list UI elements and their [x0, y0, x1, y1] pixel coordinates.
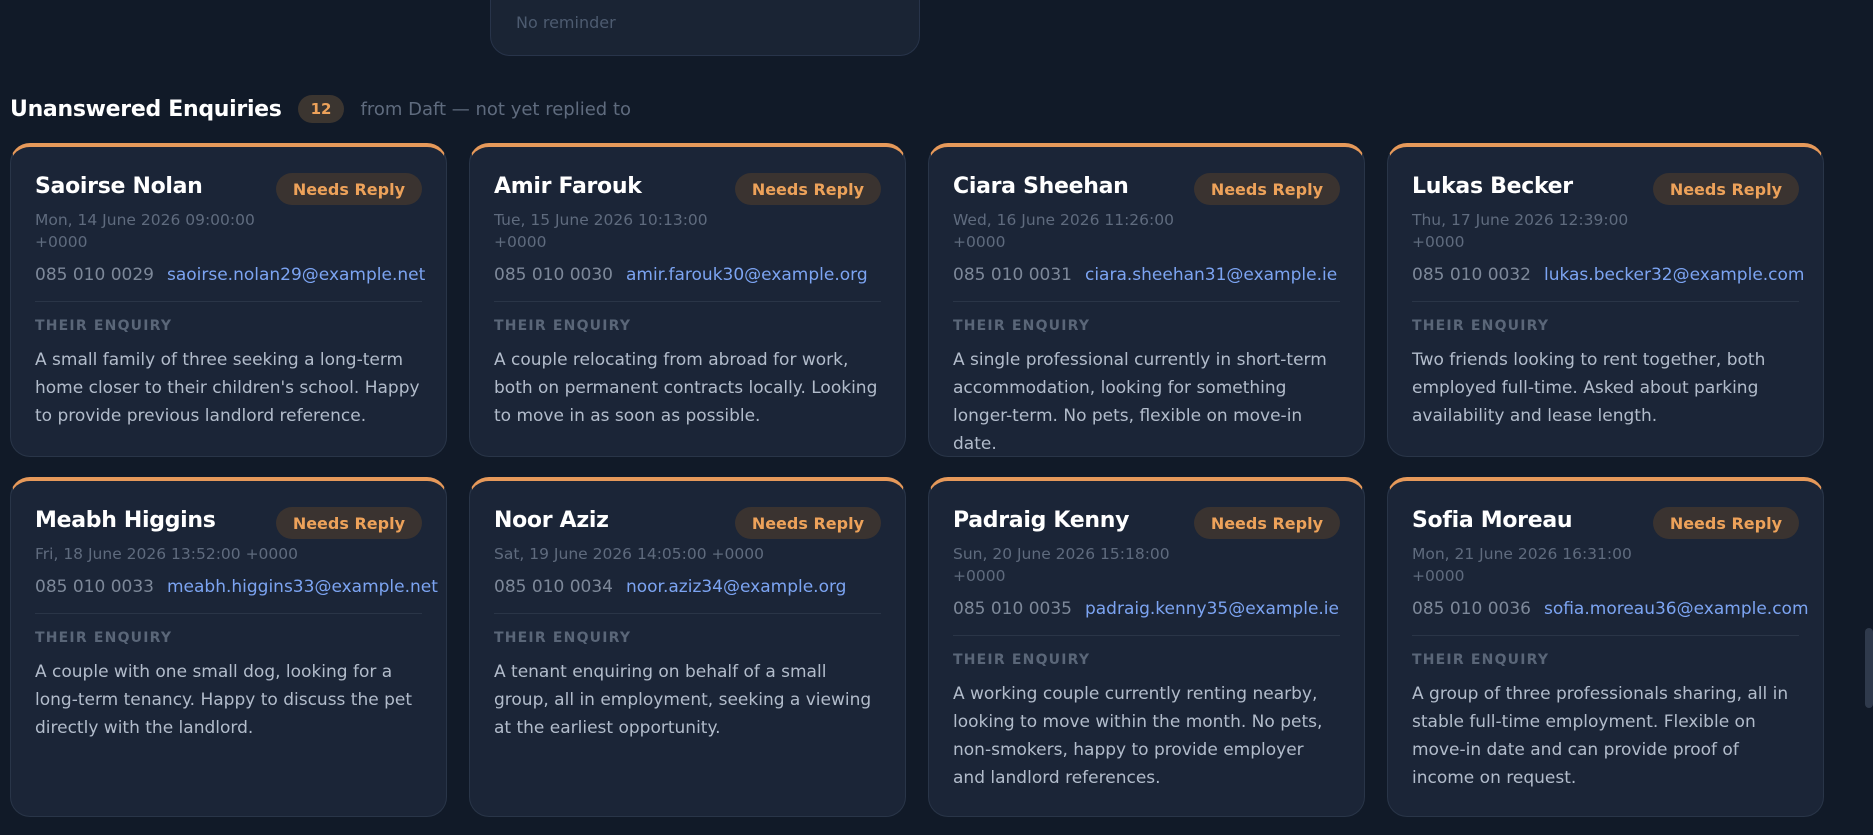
- enquirer-name: Meabh Higgins: [35, 508, 216, 533]
- divider: [494, 613, 881, 614]
- enquiry-card[interactable]: Lukas Becker Needs Reply Thu, 17 June 202…: [1387, 143, 1824, 457]
- enquirer-name: Padraig Kenny: [953, 508, 1130, 533]
- phone-number[interactable]: 085 010 0035: [953, 599, 1072, 619]
- scrollbar-thumb[interactable]: [1865, 628, 1873, 708]
- enquiry-card[interactable]: Noor Aziz Needs Reply Sat, 19 June 2026 1…: [469, 477, 906, 817]
- enquiry-date: Mon, 14 June 2026 09:00:00 +0000: [35, 211, 255, 251]
- contact-row: 085 010 0035 padraig.kenny35@example.ie: [953, 599, 1340, 619]
- enquiry-heading: THEIR ENQUIRY: [494, 630, 632, 646]
- enquiry-card[interactable]: Padraig Kenny Needs Reply Sun, 20 June 20…: [928, 477, 1365, 817]
- enquiry-card[interactable]: Ciara Sheehan Needs Reply Wed, 16 June 20…: [928, 143, 1365, 457]
- enquiry-date: Fri, 18 June 2026 13:52:00 +0000: [35, 545, 299, 563]
- enquiry-card[interactable]: Meabh Higgins Needs Reply Fri, 18 June 20…: [10, 477, 447, 817]
- count-badge: 12: [297, 95, 345, 123]
- reminder-status: No reminder: [516, 13, 616, 32]
- needs-reply-badge: Needs Reply: [734, 173, 881, 205]
- enquiry-text: Two friends looking to rent together, bo…: [1412, 350, 1766, 426]
- email-link[interactable]: sofia.moreau36@example.com: [1544, 599, 1809, 619]
- divider: [35, 301, 422, 302]
- needs-reply-badge: Needs Reply: [1193, 507, 1340, 539]
- phone-number[interactable]: 085 010 0031: [953, 265, 1072, 285]
- phone-number[interactable]: 085 010 0036: [1412, 599, 1531, 619]
- enquiry-text: A single professional currently in short…: [953, 350, 1327, 454]
- email-link[interactable]: ciara.sheehan31@example.ie: [1085, 265, 1337, 285]
- enquiry-heading: THEIR ENQUIRY: [35, 318, 173, 334]
- section-subtitle: from Daft — not yet replied to: [360, 98, 632, 120]
- enquirer-name: Lukas Becker: [1412, 174, 1573, 199]
- phone-number[interactable]: 085 010 0029: [35, 265, 154, 285]
- contact-row: 085 010 0030 amir.farouk30@example.org: [494, 265, 881, 285]
- divider: [953, 635, 1340, 636]
- enquiry-text: A couple with one small dog, looking for…: [35, 662, 413, 738]
- divider: [1412, 301, 1799, 302]
- enquirer-name: Ciara Sheehan: [953, 174, 1129, 199]
- enquiry-text: A working couple currently renting nearb…: [953, 684, 1323, 788]
- previous-card: No reminder: [490, 0, 920, 56]
- email-link[interactable]: saoirse.nolan29@example.net: [167, 265, 425, 285]
- contact-row: 085 010 0032 lukas.becker32@example.com: [1412, 265, 1805, 285]
- needs-reply-badge: Needs Reply: [1652, 507, 1799, 539]
- phone-number[interactable]: 085 010 0030: [494, 265, 613, 285]
- enquiry-date: Sun, 20 June 2026 15:18:00 +0000: [953, 545, 1170, 585]
- enquiry-text: A group of three professionals sharing, …: [1412, 684, 1789, 788]
- section-title: Unanswered Enquiries: [10, 96, 282, 122]
- enquirer-name: Saoirse Nolan: [35, 174, 203, 199]
- enquiry-date: Thu, 17 June 2026 12:39:00 +0000: [1412, 211, 1629, 251]
- email-link[interactable]: meabh.higgins33@example.net: [167, 577, 438, 597]
- enquiry-heading: THEIR ENQUIRY: [953, 318, 1091, 334]
- enquiry-grid: Saoirse Nolan Needs Reply Mon, 14 June 20…: [10, 143, 1824, 817]
- enquiry-text: A couple relocating from abroad for work…: [494, 350, 878, 426]
- enquiry-card[interactable]: Amir Farouk Needs Reply Tue, 15 June 2026…: [469, 143, 906, 457]
- enquiry-date: Tue, 15 June 2026 10:13:00 +0000: [494, 211, 708, 251]
- needs-reply-badge: Needs Reply: [1652, 173, 1799, 205]
- contact-row: 085 010 0031 ciara.sheehan31@example.ie: [953, 265, 1340, 285]
- divider: [953, 301, 1340, 302]
- needs-reply-badge: Needs Reply: [275, 507, 422, 539]
- email-link[interactable]: lukas.becker32@example.com: [1544, 265, 1805, 285]
- enquiry-heading: THEIR ENQUIRY: [1412, 318, 1550, 334]
- phone-number[interactable]: 085 010 0034: [494, 577, 613, 597]
- contact-row: 085 010 0036 sofia.moreau36@example.com: [1412, 599, 1809, 619]
- enquiry-date: Wed, 16 June 2026 11:26:00 +0000: [953, 211, 1174, 251]
- enquiry-date: Mon, 21 June 2026 16:31:00 +0000: [1412, 545, 1632, 585]
- enquirer-name: Noor Aziz: [494, 508, 609, 533]
- needs-reply-badge: Needs Reply: [275, 173, 422, 205]
- phone-number[interactable]: 085 010 0032: [1412, 265, 1531, 285]
- contact-row: 085 010 0029 saoirse.nolan29@example.net: [35, 265, 425, 285]
- enquiry-text: A small family of three seeking a long-t…: [35, 350, 420, 426]
- needs-reply-badge: Needs Reply: [734, 507, 881, 539]
- phone-number[interactable]: 085 010 0033: [35, 577, 154, 597]
- enquiry-text: A tenant enquiring on behalf of a small …: [494, 662, 872, 738]
- enquiry-card[interactable]: Saoirse Nolan Needs Reply Mon, 14 June 20…: [10, 143, 447, 457]
- email-link[interactable]: noor.aziz34@example.org: [626, 577, 847, 597]
- enquirer-name: Amir Farouk: [494, 174, 642, 199]
- contact-row: 085 010 0034 noor.aziz34@example.org: [494, 577, 881, 597]
- email-link[interactable]: amir.farouk30@example.org: [626, 265, 868, 285]
- divider: [494, 301, 881, 302]
- divider: [35, 613, 422, 614]
- enquiry-heading: THEIR ENQUIRY: [35, 630, 173, 646]
- needs-reply-badge: Needs Reply: [1193, 173, 1340, 205]
- enquiry-heading: THEIR ENQUIRY: [953, 652, 1091, 668]
- section-header: Unanswered Enquiries 12 from Daft — not …: [10, 93, 631, 125]
- enquiry-date: Sat, 19 June 2026 14:05:00 +0000: [494, 545, 764, 563]
- enquirer-name: Sofia Moreau: [1412, 508, 1573, 533]
- enquiry-card[interactable]: Sofia Moreau Needs Reply Mon, 21 June 202…: [1387, 477, 1824, 817]
- email-link[interactable]: padraig.kenny35@example.ie: [1085, 599, 1339, 619]
- contact-row: 085 010 0033 meabh.higgins33@example.net: [35, 577, 438, 597]
- enquiry-heading: THEIR ENQUIRY: [494, 318, 632, 334]
- enquiry-heading: THEIR ENQUIRY: [1412, 652, 1550, 668]
- divider: [1412, 635, 1799, 636]
